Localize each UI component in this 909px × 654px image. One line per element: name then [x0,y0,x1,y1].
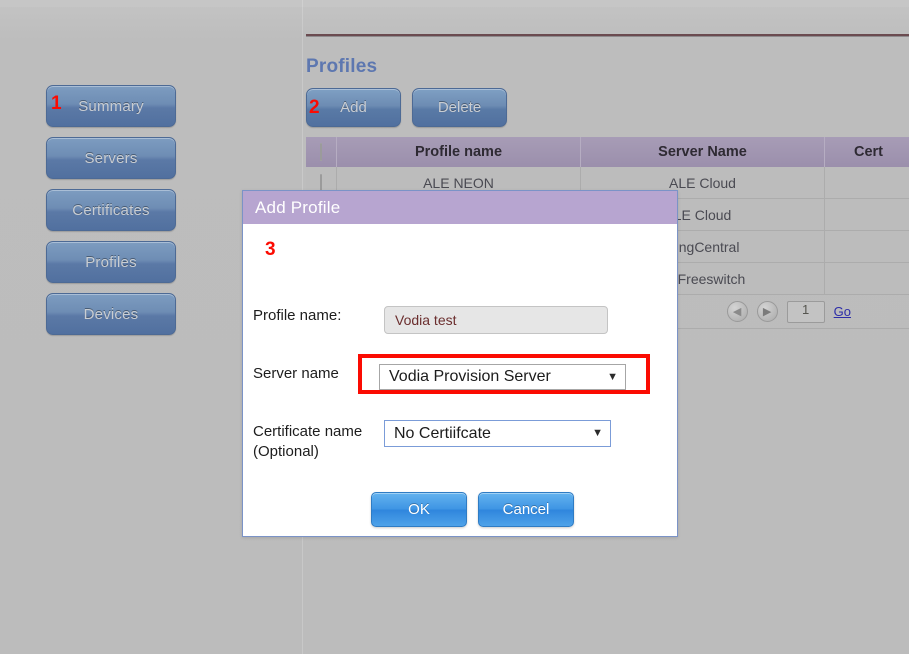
page-title: Profiles [306,56,378,77]
toolbar: Add Delete [306,88,909,127]
cell-certificate [824,198,909,231]
sidebar-nav: Summary Servers Certificates Profiles De… [46,85,226,345]
dialog-actions: OK Cancel [371,492,574,527]
checkbox-icon[interactable] [320,173,322,192]
dialog-titlebar: Add Profile [243,191,677,224]
sidebar-item-servers[interactable]: Servers [46,137,176,179]
header-rule [306,34,909,37]
cancel-button-label: Cancel [502,501,550,518]
sidebar-item-summary[interactable]: Summary [46,85,176,127]
go-link[interactable]: Go [834,304,851,319]
top-strip [0,0,909,7]
add-button-label: Add [340,99,367,116]
sidebar-item-label: Summary [78,97,144,115]
delete-button[interactable]: Delete [412,88,507,127]
certificate-name-value: No Certiifcate [394,424,491,442]
add-button[interactable]: Add [306,88,401,127]
cancel-button[interactable]: Cancel [478,492,574,527]
certificate-name-label: Certificate name (Optional) [253,422,383,462]
chevron-right-icon[interactable]: ▶ [756,301,778,322]
delete-button-label: Delete [437,99,482,116]
page-background: Summary Servers Certificates Profiles De… [0,0,909,654]
certificate-name-select[interactable]: No Certiifcate ▼ [384,420,611,447]
sidebar-item-profiles[interactable]: Profiles [46,241,176,283]
cell-certificate [824,230,909,263]
ok-button[interactable]: OK [371,492,467,527]
profile-name-label: Profile name: [253,307,342,324]
page-number-input[interactable]: 1 [786,300,825,323]
sidebar-item-label: Certificates [72,201,150,219]
server-name-label: Server name [253,365,339,382]
dialog-body: Profile name: Vodia test Server name Vod… [243,224,677,527]
server-name-value: Vodia Provision Server [389,368,551,385]
ok-button-label: OK [408,501,430,518]
server-name-select[interactable]: Vodia Provision Server ▼ [379,364,626,390]
chevron-left-icon[interactable]: ◀ [726,301,748,322]
add-profile-dialog: Add Profile Profile name: Vodia test Ser… [242,190,678,537]
sidebar-item-devices[interactable]: Devices [46,293,176,335]
dialog-title: Add Profile [255,197,341,217]
table-header-row: Profile name Server Name Cert [306,137,909,167]
cell-certificate [824,167,909,199]
certificate-name-label-line2: (Optional) [253,443,319,460]
cell-certificate [824,262,909,295]
sidebar-item-label: Servers [84,149,138,167]
chevron-down-icon: ▼ [592,427,603,439]
column-header-server-name[interactable]: Server Name [580,137,825,167]
certificate-name-label-line1: Certificate name [253,423,363,440]
profile-name-value: Vodia test [395,312,457,328]
column-header-certificate[interactable]: Cert [824,137,909,167]
profile-name-input[interactable]: Vodia test [384,306,608,334]
sidebar-item-label: Profiles [85,253,137,271]
column-header-select-all[interactable] [306,137,337,167]
column-header-profile-name[interactable]: Profile name [336,137,581,167]
checkbox-icon[interactable] [320,143,322,161]
sidebar-item-label: Devices [83,305,139,323]
chevron-down-icon: ▼ [607,370,618,383]
sidebar-item-certificates[interactable]: Certificates [46,189,176,231]
